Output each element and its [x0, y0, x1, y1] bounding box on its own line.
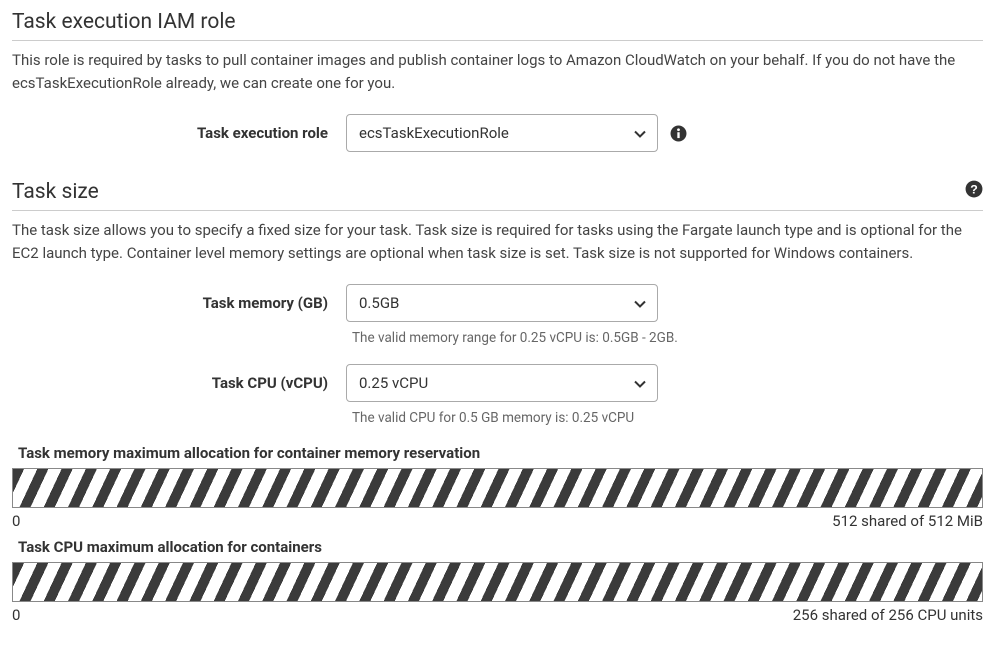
memory-allocation-bar	[12, 468, 983, 508]
task-cpu-select[interactable]: 0.25 vCPU	[346, 364, 658, 402]
cpu-allocation-left: 0	[12, 606, 20, 624]
task-size-title: Task size	[12, 180, 99, 204]
svg-text:?: ?	[970, 183, 978, 197]
task-execution-role-label: Task execution role	[12, 124, 334, 142]
task-execution-role-select[interactable]: ecsTaskExecutionRole	[346, 114, 658, 152]
task-size-header: Task size ?	[12, 180, 983, 211]
task-size-description: The task size allows you to specify a fi…	[12, 219, 983, 264]
task-execution-role-value: ecsTaskExecutionRole	[359, 124, 509, 142]
memory-allocation-left: 0	[12, 512, 20, 530]
task-memory-helper: The valid memory range for 0.25 vCPU is:…	[352, 330, 983, 346]
iam-section-header: Task execution IAM role	[12, 10, 983, 41]
memory-allocation-right: 512 shared of 512 MiB	[832, 512, 983, 530]
task-memory-label: Task memory (GB)	[12, 294, 334, 312]
help-icon[interactable]: ?	[965, 180, 983, 204]
task-memory-select[interactable]: 0.5GB	[346, 284, 658, 322]
iam-section-title: Task execution IAM role	[12, 10, 236, 34]
cpu-allocation-right: 256 shared of 256 CPU units	[793, 606, 983, 624]
info-icon[interactable]	[670, 125, 687, 142]
task-cpu-value: 0.25 vCPU	[359, 374, 428, 392]
task-cpu-label: Task CPU (vCPU)	[12, 374, 334, 392]
memory-allocation-title: Task memory maximum allocation for conta…	[12, 444, 983, 462]
task-cpu-helper: The valid CPU for 0.5 GB memory is: 0.25…	[352, 410, 983, 426]
cpu-allocation-bar	[12, 562, 983, 602]
iam-section-description: This role is required by tasks to pull c…	[12, 49, 983, 94]
cpu-allocation-title: Task CPU maximum allocation for containe…	[12, 538, 983, 556]
task-memory-value: 0.5GB	[359, 294, 399, 312]
